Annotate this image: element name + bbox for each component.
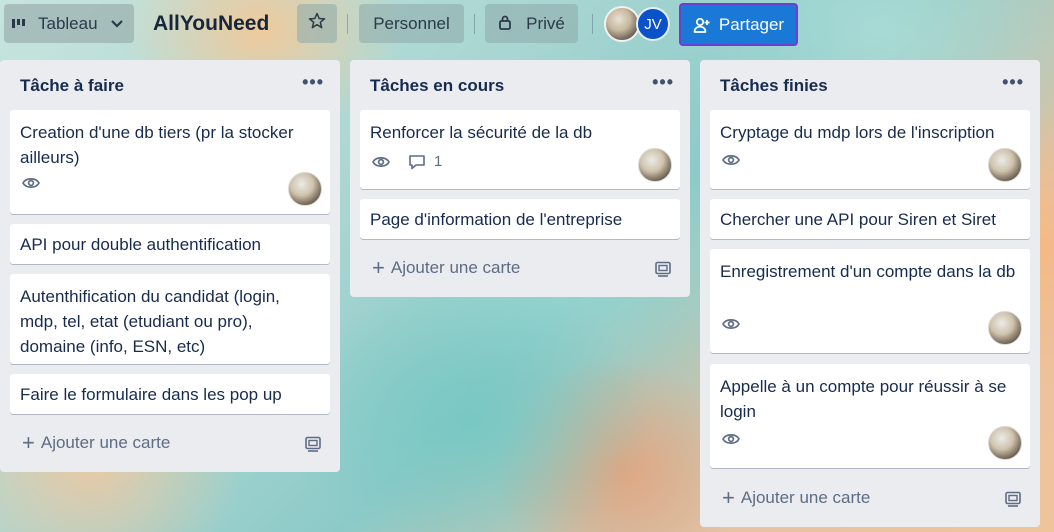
card-badges [22, 176, 58, 190]
card-title: Creation d'une db tiers (pr la stocker a… [20, 123, 294, 167]
card-badges [722, 153, 758, 167]
list-item[interactable]: API pour double authentification [10, 224, 330, 264]
add-card-button[interactable]: + Ajouter une carte [372, 257, 520, 279]
lock-icon [498, 14, 512, 33]
card-title: Enregistrement d'un compte dans la db [720, 262, 1016, 281]
list-item[interactable]: Faire le formulaire dans les pop up [10, 374, 330, 414]
header-divider [592, 14, 593, 34]
eye-icon [722, 153, 740, 167]
view-switcher-button[interactable]: Tableau [4, 4, 134, 43]
card-template-icon[interactable] [304, 436, 322, 457]
card-title: Cryptage du mdp lors de l'inscription [720, 123, 995, 142]
member-avatar-jv[interactable]: JV [636, 7, 670, 41]
list-title[interactable]: Tâches en cours [370, 76, 504, 96]
card-badges [722, 432, 758, 446]
workspace-button[interactable]: Personnel [359, 4, 464, 43]
avatar[interactable] [288, 172, 322, 206]
plus-icon: + [722, 485, 735, 510]
add-card-label: Ajouter une carte [40, 433, 171, 452]
avatar[interactable] [988, 311, 1022, 345]
chevron-down-icon [110, 16, 124, 32]
list-done: Tâches finies ••• Cryptage du mdp lors d… [700, 60, 1040, 527]
card-title: Renforcer la sécurité de la db [370, 123, 593, 142]
avatar[interactable] [988, 148, 1022, 182]
card-title: Page d'information de l'entreprise [370, 210, 623, 229]
list-todo: Tâche à faire ••• Creation d'une db tier… [0, 60, 340, 472]
add-user-icon [693, 17, 710, 33]
list-title[interactable]: Tâche à faire [20, 76, 124, 96]
share-button[interactable]: Partager [679, 3, 798, 46]
list-item[interactable]: Autenthification du candidat (login, mdp… [10, 274, 330, 364]
eye-icon [722, 317, 740, 331]
list-item[interactable]: Cryptage du mdp lors de l'inscription [710, 110, 1030, 189]
star-button[interactable] [297, 4, 337, 43]
card-badges [722, 317, 758, 331]
plus-icon: + [22, 430, 35, 455]
card-template-icon[interactable] [1004, 491, 1022, 512]
list-item[interactable]: Page d'information de l'entreprise [360, 199, 680, 239]
header-divider [347, 14, 348, 34]
list-menu-icon[interactable]: ••• [1002, 72, 1024, 93]
plus-icon: + [372, 255, 385, 280]
list-in-progress: Tâches en cours ••• Renforcer la sécurit… [350, 60, 690, 297]
list-title[interactable]: Tâches finies [720, 76, 828, 96]
list-item[interactable]: Creation d'une db tiers (pr la stocker a… [10, 110, 330, 214]
card-title: Chercher une API pour Siren et Siret [720, 210, 996, 229]
card-title: Faire le formulaire dans les pop up [20, 385, 282, 404]
list-menu-icon[interactable]: ••• [652, 72, 674, 93]
visibility-button[interactable]: Privé [485, 4, 578, 43]
comment-badge: 1 [408, 153, 442, 170]
add-card-label: Ajouter une carte [390, 258, 521, 277]
list-menu-icon[interactable]: ••• [302, 72, 324, 93]
visibility-label: Privé [526, 13, 565, 33]
eye-icon [722, 432, 740, 446]
board-title[interactable]: AllYouNeed [153, 12, 269, 36]
card-title: API pour double authentification [20, 235, 262, 254]
avatar[interactable] [988, 426, 1022, 460]
comment-count: 1 [434, 153, 443, 170]
share-label: Partager [718, 14, 785, 34]
star-icon [307, 11, 327, 37]
avatar[interactable] [604, 6, 640, 42]
bars-icon [4, 17, 38, 31]
avatar[interactable] [638, 148, 672, 182]
card-title: Autenthification du candidat (login, mdp… [20, 287, 280, 356]
list-item[interactable]: Enregistrement d'un compte dans la db [710, 249, 1030, 353]
card-badges: 1 [372, 153, 460, 170]
list-item[interactable]: Chercher une API pour Siren et Siret [710, 199, 1030, 239]
add-card-label: Ajouter une carte [740, 488, 871, 507]
card-template-icon[interactable] [654, 261, 672, 282]
view-switcher-label: Tableau [38, 13, 98, 33]
comment-icon [409, 154, 425, 169]
list-item[interactable]: Appelle à un compte pour réussir à se lo… [710, 364, 1030, 468]
add-card-button[interactable]: + Ajouter une carte [722, 487, 870, 509]
board-header: Tableau AllYouNeed Personnel Privé JV Pa… [0, 0, 1054, 50]
header-divider [474, 14, 475, 34]
list-item[interactable]: Renforcer la sécurité de la db 1 [360, 110, 680, 189]
card-title: Appelle à un compte pour réussir à se lo… [720, 377, 1007, 421]
eye-icon [372, 155, 390, 169]
eye-icon [22, 176, 40, 190]
add-card-button[interactable]: + Ajouter une carte [22, 432, 170, 454]
